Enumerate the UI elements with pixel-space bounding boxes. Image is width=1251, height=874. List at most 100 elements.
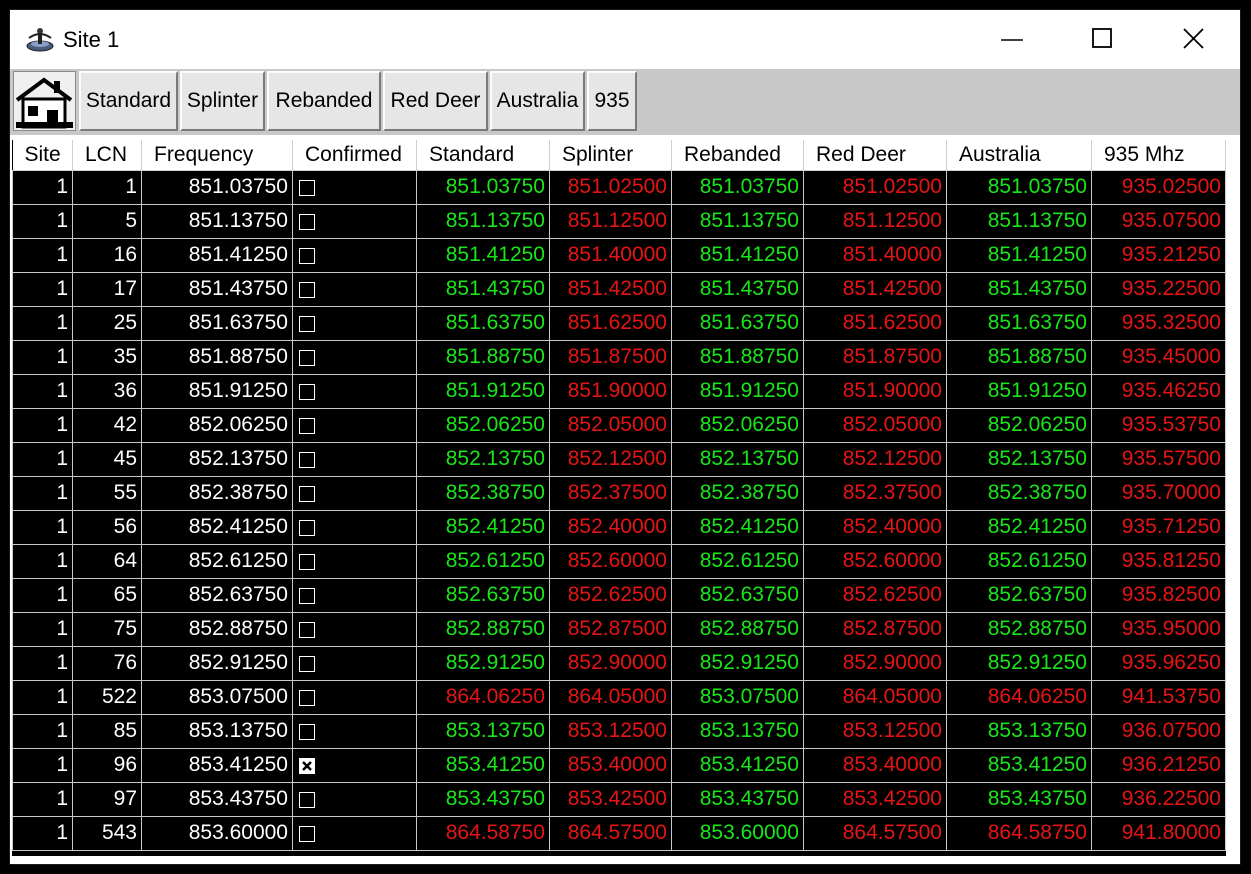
confirmed-checkbox[interactable] — [299, 724, 315, 741]
table-row[interactable]: 1 5 851.13750 851.13750 851.12500 851.13750 85… — [12, 203, 1226, 239]
cell-lcn: 5 — [72, 203, 142, 239]
cell-splinter: 851.90000 — [549, 373, 672, 409]
table-row[interactable]: 1 45 852.13750 852.13750 852.12500 852.13750 8… — [12, 441, 1226, 477]
table-row[interactable]: 1 35 851.88750 851.88750 851.87500 851.88750 8… — [12, 339, 1226, 375]
confirmed-checkbox[interactable] — [299, 282, 315, 299]
cell-frequency: 851.91250 — [141, 373, 293, 409]
confirmed-checkbox[interactable] — [299, 180, 315, 197]
confirmed-checkbox[interactable] — [299, 826, 315, 843]
cell-site: 1 — [12, 373, 73, 409]
cell-australia: 852.41250 — [946, 509, 1092, 545]
tab-red-deer[interactable]: Red Deer — [383, 71, 488, 131]
cell-frequency: 852.63750 — [141, 577, 293, 613]
cell-confirmed — [292, 713, 417, 749]
col-header-confirmed[interactable]: Confirmed — [292, 140, 417, 171]
cell-935-mhz: 935.45000 — [1091, 339, 1226, 375]
cell-red-deer: 851.87500 — [803, 339, 947, 375]
table-row[interactable]: 1 522 853.07500 864.06250 864.05000 853.07500… — [12, 679, 1226, 715]
confirmed-checkbox[interactable] — [299, 622, 315, 639]
tab-standard[interactable]: Standard — [79, 71, 178, 131]
col-header-red-deer[interactable]: Red Deer — [803, 140, 947, 171]
cell-australia: 853.43750 — [946, 781, 1092, 817]
confirmed-checkbox[interactable] — [299, 384, 315, 401]
cell-935-mhz: 935.96250 — [1091, 645, 1226, 681]
col-header-site[interactable]: Site — [12, 140, 73, 171]
cell-splinter: 852.60000 — [549, 543, 672, 579]
cell-australia: 853.13750 — [946, 713, 1092, 749]
confirmed-checkbox[interactable] — [299, 690, 315, 707]
table-row[interactable]: 1 36 851.91250 851.91250 851.90000 851.91250 8… — [12, 373, 1226, 409]
cell-red-deer: 853.12500 — [803, 713, 947, 749]
frequency-grid[interactable]: Site LCN Frequency Confirmed Standard Sp… — [12, 140, 1226, 856]
col-header-frequency[interactable]: Frequency — [141, 140, 293, 171]
table-row[interactable]: 1 64 852.61250 852.61250 852.60000 852.61250 8… — [12, 543, 1226, 579]
confirmed-checkbox[interactable] — [299, 486, 315, 503]
tab-splinter[interactable]: Splinter — [180, 71, 265, 131]
confirmed-checkbox[interactable] — [299, 792, 315, 809]
cell-confirmed — [292, 441, 417, 477]
cell-935-mhz: 941.53750 — [1091, 679, 1226, 715]
close-button[interactable] — [1148, 10, 1240, 68]
confirmed-checkbox[interactable] — [299, 588, 315, 605]
col-header-splinter[interactable]: Splinter — [549, 140, 672, 171]
cell-rebanded: 851.13750 — [671, 203, 804, 239]
table-row[interactable]: 1 75 852.88750 852.88750 852.87500 852.88750 8… — [12, 611, 1226, 647]
table-row[interactable]: 1 42 852.06250 852.06250 852.05000 852.06250 8… — [12, 407, 1226, 443]
col-header-standard[interactable]: Standard — [416, 140, 550, 171]
cell-frequency: 852.41250 — [141, 509, 293, 545]
cell-935-mhz: 935.95000 — [1091, 611, 1226, 647]
confirmed-checkbox[interactable] — [299, 350, 315, 367]
cell-australia: 852.38750 — [946, 475, 1092, 511]
grid-body: 1 1 851.03750 851.03750 851.02500 851.03750 85… — [12, 169, 1226, 851]
tab-australia[interactable]: Australia — [490, 71, 585, 131]
cell-red-deer: 851.42500 — [803, 271, 947, 307]
maximize-button[interactable] — [1057, 10, 1149, 68]
title-bar[interactable]: Site 1 — [10, 10, 1240, 68]
col-header-rebanded[interactable]: Rebanded — [671, 140, 804, 171]
cell-935-mhz: 935.07500 — [1091, 203, 1226, 239]
table-row[interactable]: 1 85 853.13750 853.13750 853.12500 853.13750 8… — [12, 713, 1226, 749]
confirmed-checkbox[interactable] — [299, 554, 315, 571]
confirmed-checkbox[interactable] — [299, 316, 315, 333]
table-row[interactable]: 1 55 852.38750 852.38750 852.37500 852.38750 8… — [12, 475, 1226, 511]
cell-red-deer: 853.40000 — [803, 747, 947, 783]
col-header-lcn[interactable]: LCN — [72, 140, 142, 171]
home-button[interactable] — [13, 71, 76, 131]
table-row[interactable]: 1 56 852.41250 852.41250 852.40000 852.41250 8… — [12, 509, 1226, 545]
confirmed-checkbox[interactable] — [299, 656, 315, 673]
confirmed-checkbox[interactable] — [299, 214, 315, 231]
cell-splinter: 852.37500 — [549, 475, 672, 511]
cell-confirmed — [292, 645, 417, 681]
cell-confirmed — [292, 305, 417, 341]
table-row[interactable]: 1 97 853.43750 853.43750 853.42500 853.43750 8… — [12, 781, 1226, 817]
cell-splinter: 851.87500 — [549, 339, 672, 375]
col-header-australia[interactable]: Australia — [946, 140, 1092, 171]
table-row[interactable]: 1 65 852.63750 852.63750 852.62500 852.63750 8… — [12, 577, 1226, 613]
confirmed-checkbox[interactable] — [299, 452, 315, 469]
table-row[interactable]: 1 1 851.03750 851.03750 851.02500 851.03750 85… — [12, 169, 1226, 205]
minimize-button[interactable] — [966, 10, 1058, 68]
table-row[interactable]: 1 96 853.41250 853.41250 853.40000 853.41250 8… — [12, 747, 1226, 783]
table-row[interactable]: 1 76 852.91250 852.91250 852.90000 852.91250 8… — [12, 645, 1226, 681]
confirmed-checkbox[interactable] — [299, 520, 315, 537]
tab-rebanded[interactable]: Rebanded — [267, 71, 381, 131]
cell-935-mhz: 936.21250 — [1091, 747, 1226, 783]
tab-935[interactable]: 935 — [587, 71, 637, 131]
cell-australia: 851.03750 — [946, 169, 1092, 205]
cell-red-deer: 851.40000 — [803, 237, 947, 273]
cell-australia: 853.41250 — [946, 747, 1092, 783]
table-row[interactable]: 1 543 853.60000 864.58750 864.57500 853.60000… — [12, 815, 1226, 851]
table-row[interactable]: 1 17 851.43750 851.43750 851.42500 851.43750 8… — [12, 271, 1226, 307]
cell-australia: 852.06250 — [946, 407, 1092, 443]
col-header-935-mhz[interactable]: 935 Mhz — [1091, 140, 1226, 171]
confirmed-checkbox[interactable] — [299, 758, 315, 775]
table-row[interactable]: 1 25 851.63750 851.63750 851.62500 851.63750 8… — [12, 305, 1226, 341]
cell-frequency: 851.63750 — [141, 305, 293, 341]
cell-lcn: 64 — [72, 543, 142, 579]
cell-site: 1 — [12, 305, 73, 341]
table-row[interactable]: 1 16 851.41250 851.41250 851.40000 851.41250 8… — [12, 237, 1226, 273]
confirmed-checkbox[interactable] — [299, 418, 315, 435]
cell-site: 1 — [12, 237, 73, 273]
cell-site: 1 — [12, 475, 73, 511]
confirmed-checkbox[interactable] — [299, 248, 315, 265]
